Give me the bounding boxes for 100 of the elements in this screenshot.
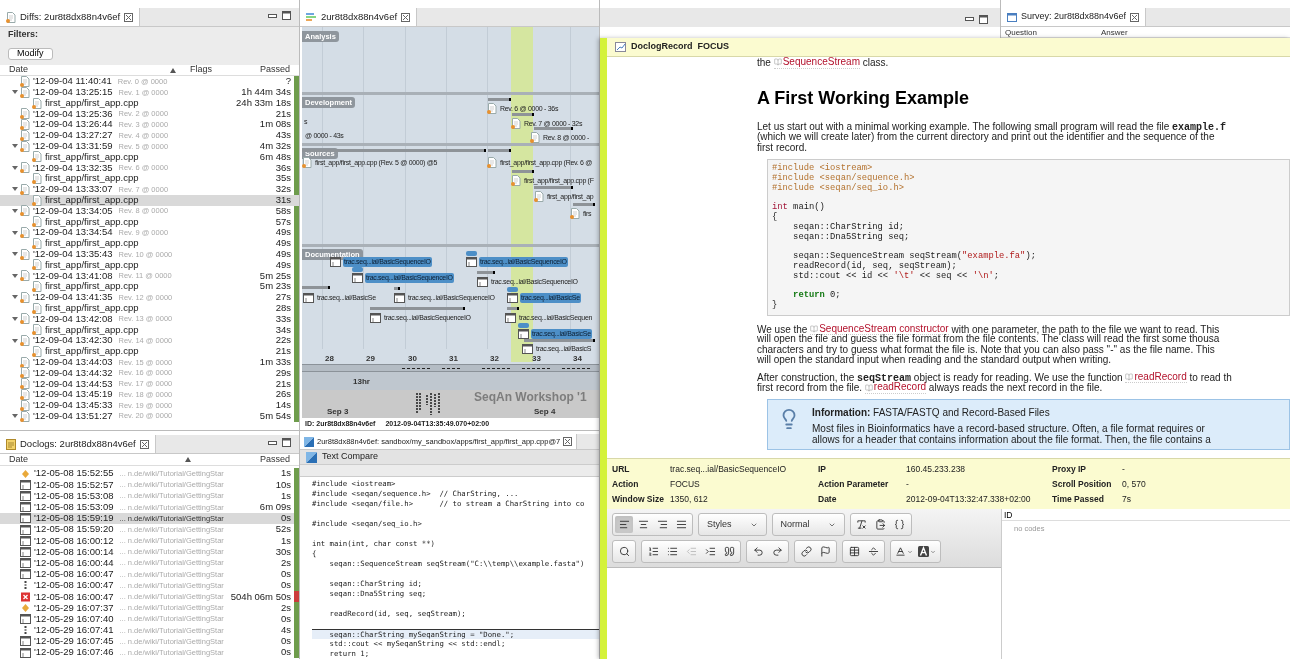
file-name-text: first_app/first_app.cpp (45, 279, 139, 294)
column-header[interactable]: ID (1002, 509, 1290, 522)
duration-bar (512, 113, 534, 116)
toolbar-button[interactable] (615, 516, 633, 534)
book-icon (773, 58, 782, 67)
duration-bar (512, 170, 534, 173)
file-icon (20, 410, 30, 422)
page-icon (522, 344, 533, 354)
undo-icon (752, 546, 764, 558)
file-icon (20, 389, 30, 400)
code-line: #include <seqan/seq_io.h> (772, 183, 904, 194)
minimize-icon[interactable] (965, 16, 974, 22)
close-icon[interactable] (563, 437, 573, 447)
expand-arrow-icon[interactable] (12, 229, 18, 236)
maximize-icon[interactable] (282, 11, 291, 20)
page-icon (518, 329, 529, 339)
panel-tab[interactable]: Diffs: 2ur8t8dx88n4v6ef (0, 8, 141, 26)
tree-row[interactable]: first_app/first_app.cpp 28s (0, 302, 299, 314)
tree-row[interactable]: first_app/first_app.cpp 49s (0, 237, 299, 249)
page-icon (352, 273, 363, 283)
expand-arrow-icon[interactable] (12, 337, 18, 344)
field-value: 1350, 612 (670, 492, 709, 506)
expand-arrow-icon[interactable] (12, 207, 18, 214)
file-icon (32, 259, 42, 271)
clear-format-icon (856, 519, 868, 531)
page-icon (477, 277, 488, 287)
tree-row[interactable]: first_app/first_app.cpp 24h 33m 18s (0, 97, 299, 109)
page-icon (507, 293, 518, 303)
doc-link[interactable]: SequenceStream (773, 57, 860, 69)
page-icon (370, 313, 381, 323)
tree-row[interactable]: first_app/first_app.cpp 5m 23s (0, 281, 299, 292)
file-icon (32, 345, 42, 357)
tree-row[interactable]: first_app/first_app.cpp 49s (0, 259, 299, 271)
braces-icon (894, 519, 906, 531)
close-icon[interactable] (401, 12, 411, 22)
expand-arrow-icon[interactable] (12, 89, 18, 96)
column-header[interactable]: Passed (220, 63, 299, 77)
info-title: Information: FASTA/FASTQ and Record-Based Files (812, 407, 1051, 419)
window-icon (20, 502, 31, 513)
window-icon (20, 558, 31, 569)
file-icon (32, 237, 42, 249)
close-icon[interactable] (124, 12, 134, 22)
doc-link[interactable]: readRecord (1125, 371, 1187, 384)
file-icon (511, 175, 521, 186)
column-header[interactable]: Date (0, 63, 170, 77)
align-justify-icon (675, 519, 687, 531)
file-icon (20, 119, 30, 131)
expand-arrow-icon[interactable] (12, 164, 18, 171)
tree-row[interactable]: first_app/first_app.cpp 34s (0, 324, 299, 336)
column-header[interactable]: Date (0, 452, 185, 467)
minimize-icon[interactable] (268, 12, 277, 19)
expand-arrow-icon[interactable] (12, 315, 18, 322)
file-icon (20, 378, 30, 390)
close-icon[interactable] (139, 439, 149, 449)
notepad-icon (6, 438, 16, 450)
caret-icon (930, 548, 936, 555)
style-dropdown[interactable]: Normal (774, 516, 842, 534)
paragraph-line: first record. (757, 142, 808, 153)
tree-row[interactable]: first_app/first_app.cpp 21s (0, 345, 299, 357)
panel-tab[interactable]: Survey: 2ur8t8dx88n4v6ef (1001, 8, 1147, 26)
file-icon (570, 208, 580, 219)
expand-arrow-icon[interactable] (12, 251, 18, 258)
duration-bar (507, 307, 519, 310)
column-header[interactable]: Question (1001, 27, 1101, 37)
expand-arrow-icon[interactable] (12, 413, 18, 420)
tree-row[interactable]: first_app/first_app.cpp 31s (0, 194, 299, 206)
column-header[interactable]: Answer (1101, 27, 1128, 37)
expand-arrow-icon[interactable] (12, 186, 18, 193)
file-icon (20, 108, 30, 120)
date-text: '12-09-04 13:41:08 (33, 269, 113, 282)
panel-tab[interactable]: 2ur8t8dx88n4v6ef (300, 8, 418, 26)
expand-arrow-icon[interactable] (12, 294, 18, 301)
window-icon (1007, 12, 1017, 22)
align-center-icon (637, 519, 649, 531)
tree-row[interactable]: first_app/first_app.cpp 6m 48s (0, 151, 299, 163)
maximize-icon[interactable] (282, 438, 291, 447)
window-icon (20, 479, 31, 490)
file-icon (487, 157, 497, 168)
modify-button[interactable]: Modify (8, 47, 53, 60)
minimize-icon[interactable] (268, 439, 277, 446)
redo-icon (771, 546, 783, 558)
duration-bar (302, 286, 330, 289)
file-icon (32, 216, 42, 228)
bullet-list-icon (666, 546, 678, 558)
code-line: int main() (772, 201, 825, 213)
code-line: return 0; (792, 289, 841, 302)
style-dropdown[interactable]: Styles (701, 516, 764, 534)
scale-label: 13hr (353, 376, 370, 388)
tree-row[interactable]: first_app/first_app.cpp 35s (0, 173, 299, 184)
date-text: '12-09-04 13:42:30 (33, 334, 113, 347)
column-header[interactable]: Flags (190, 63, 220, 77)
file-icon (20, 335, 30, 347)
expand-arrow-icon[interactable] (12, 143, 18, 150)
panel-tab[interactable]: Doclogs: 2ur8t8dx88n4v6ef (0, 435, 156, 453)
maximize-icon[interactable] (979, 14, 988, 24)
tree-row[interactable]: first_app/first_app.cpp 57s (0, 216, 299, 228)
paragraph-line: characters and try to guess what format the file is. Note that you can also pass "-" as the file name. This (757, 344, 1216, 356)
close-icon[interactable] (1130, 12, 1140, 22)
column-header[interactable]: Passed (205, 452, 299, 467)
expand-arrow-icon[interactable] (12, 272, 18, 279)
